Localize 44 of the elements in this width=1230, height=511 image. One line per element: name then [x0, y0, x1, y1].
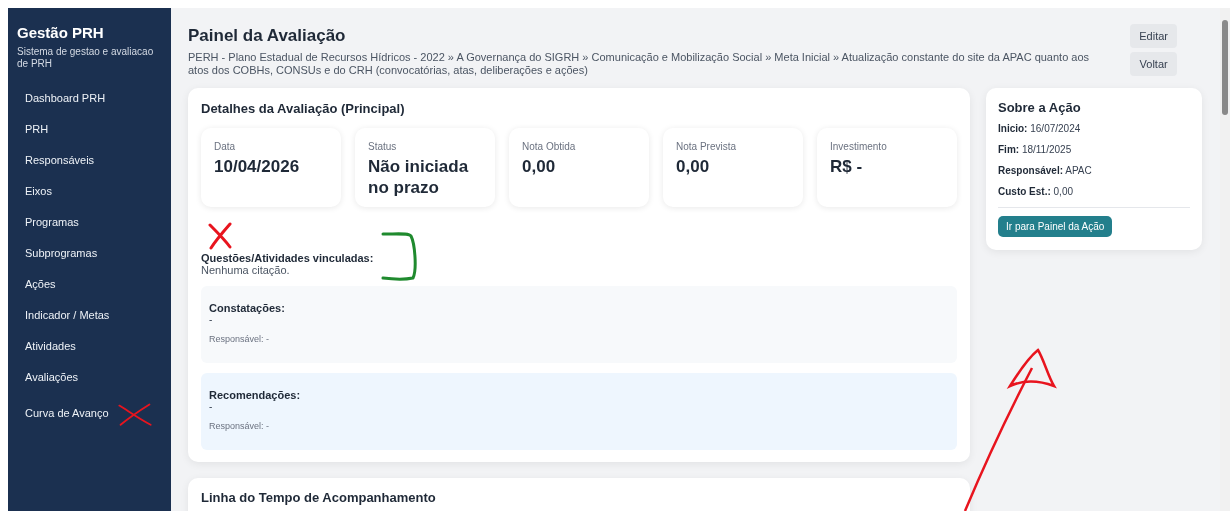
section-value: -	[209, 401, 214, 413]
stat-value: 0,00	[676, 157, 711, 178]
sidebar-item[interactable]: Programas	[25, 216, 79, 228]
section-heading: Questões/Atividades vinculadas:	[201, 252, 375, 265]
stat-label: Data	[214, 141, 237, 153]
empty-message: Nenhuma citação.	[201, 264, 291, 277]
info-line: Inicio: 16/07/2024	[998, 123, 1082, 135]
stat-value: 0,00	[522, 157, 557, 178]
sidebar-item[interactable]: Responsáveis	[25, 154, 95, 166]
info-line: Custo Est.: 0,00	[998, 186, 1075, 198]
card-title: Detalhes da Avaliação (Principal)	[201, 101, 406, 117]
sidebar-item[interactable]: Curva de Avanço	[25, 406, 109, 419]
info-line: Responsável: APAC	[998, 165, 1093, 177]
sidebar-item[interactable]: Atividades	[25, 340, 76, 352]
stat-label: Nota Obtida	[522, 141, 577, 153]
scrollbar-thumb[interactable]	[1222, 20, 1228, 115]
action-panel-button[interactable]: Ir para Painel da Ação	[998, 216, 1113, 238]
breadcrumb: PERH - Plano Estadual de Recursos Hídricos - 2022 » A Governança do SIGRH » Comunicação e Mobilização Social » Meta Inicial » Atualização constante do site da APAC quanto aos atos dos COBHs, CONSUs e do CRH (convocatórias, atas, deliberações e ações)	[188, 51, 1091, 77]
app-title: Gestão PRH	[17, 24, 105, 41]
section-heading: Recomendações:	[209, 389, 302, 402]
sidebar-item[interactable]: Eixos	[25, 185, 52, 197]
sidebar-item[interactable]: PRH	[25, 123, 49, 135]
stat-value: 10/04/2026	[214, 157, 301, 178]
sidebar-item[interactable]: Avaliações	[25, 371, 78, 383]
card-title: Linha do Tempo de Acompanhamento	[201, 490, 437, 506]
sidebar-item[interactable]: Indicador / Metas	[25, 309, 110, 321]
app-subtitle: Sistema de gestao e avaliacao de PRH	[17, 46, 155, 69]
back-button[interactable]: Voltar	[1130, 52, 1177, 76]
sidebar-item[interactable]: Ações	[25, 278, 56, 290]
stat-value: Não iniciada no prazo	[368, 157, 470, 199]
responsible-text: Responsável: -	[209, 334, 271, 345]
info-line: Fim: 18/11/2025	[998, 144, 1073, 156]
section-heading: Constatações:	[209, 302, 286, 315]
stat-label: Investimento	[830, 141, 888, 153]
sidebar-item[interactable]: Dashboard PRH	[25, 92, 106, 104]
stat-label: Status	[368, 141, 398, 153]
sidebar-item[interactable]: Subprogramas	[25, 247, 98, 259]
edit-button[interactable]: Editar	[1130, 24, 1177, 48]
section-value: -	[209, 314, 214, 326]
page-title: Painel da Avaliação	[188, 26, 347, 46]
responsible-text: Responsável: -	[209, 421, 271, 432]
stat-value: R$ -	[830, 157, 864, 178]
stat-label: Nota Prevista	[676, 141, 738, 153]
card-title: Sobre a Ação	[998, 100, 1082, 116]
